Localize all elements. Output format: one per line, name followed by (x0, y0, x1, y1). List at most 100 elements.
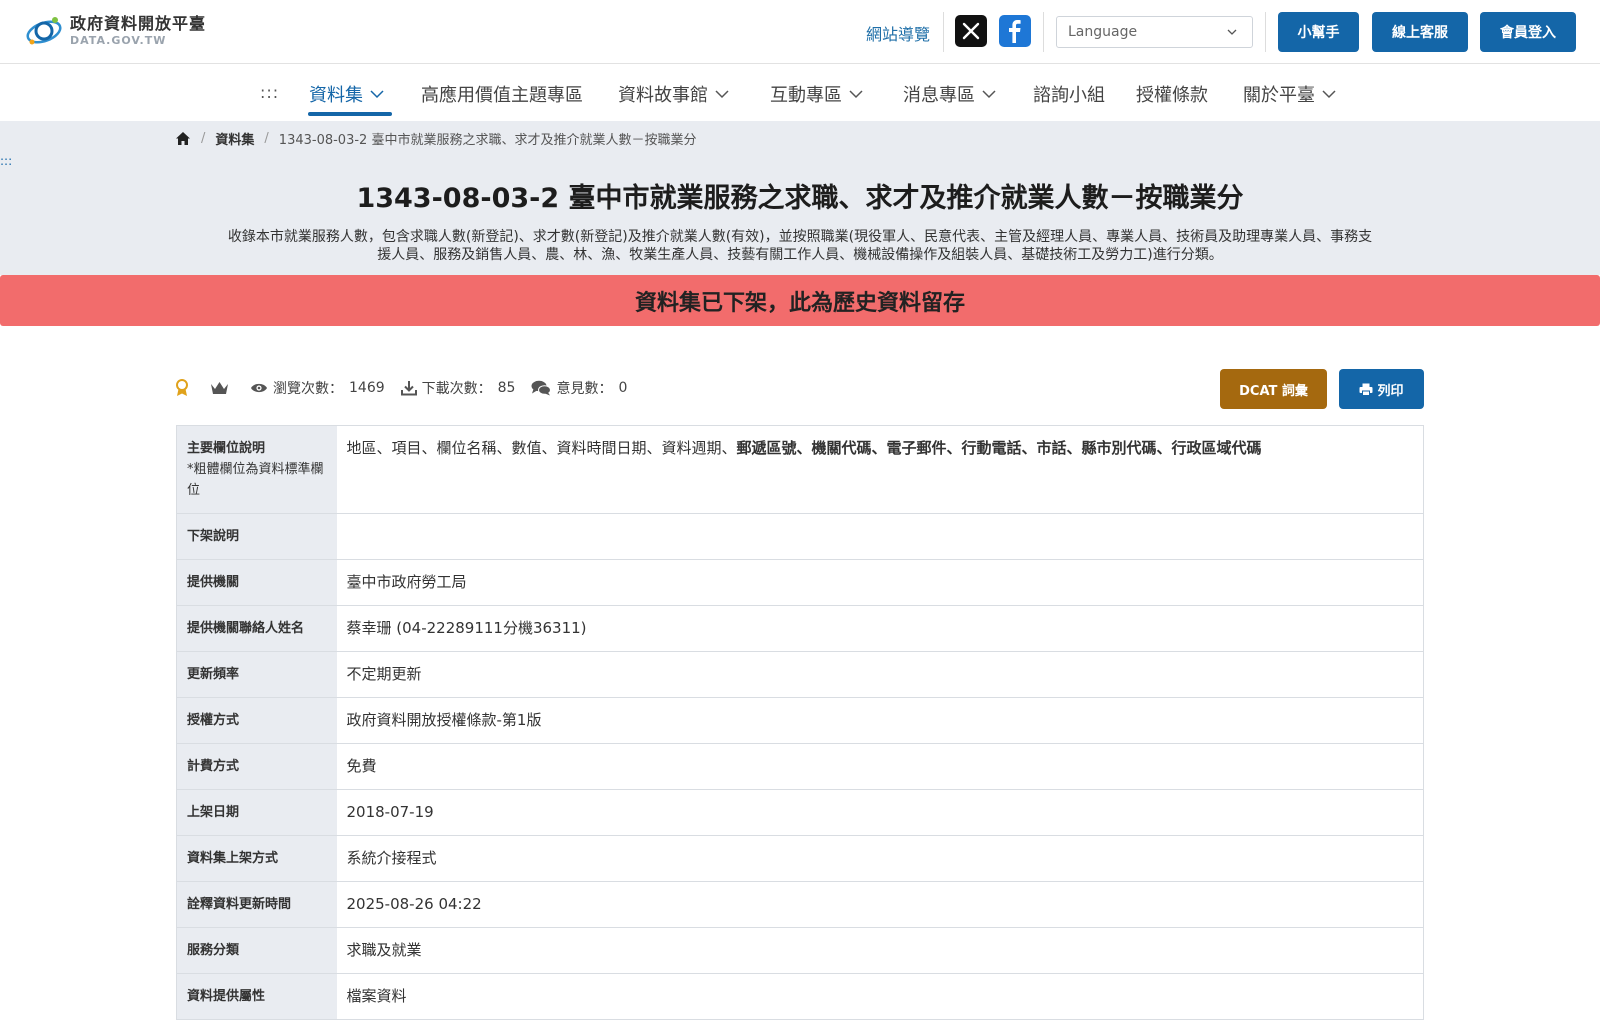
main-fields-note: *粗體欄位為資料標準欄位 (187, 462, 324, 498)
printer-icon (1359, 383, 1373, 396)
breadcrumb-separator: / (264, 131, 269, 146)
logo-title: 政府資料開放平臺 (70, 14, 207, 33)
views-count: 1469 (349, 380, 385, 396)
breadcrumb-datasets[interactable]: 資料集 (215, 129, 254, 148)
comments-count: 0 (618, 380, 628, 396)
x-twitter-icon[interactable] (955, 15, 987, 47)
main-fields-plain: 地區、項目、欄位名稱、數值、資料時間日期、資料週期、 (346, 439, 737, 457)
field-value: 2018-07-19 (336, 789, 1424, 836)
field-key: 更新頻率 (176, 651, 337, 698)
dataset-stats: 瀏覽次數： 1469 下載次數： 85 意見數： 0 (175, 378, 643, 398)
nav-datasets[interactable]: 資料集 (309, 81, 384, 107)
field-key: 詮釋資料更新時間 (176, 881, 337, 928)
field-key: 下架說明 (176, 513, 337, 560)
nav-advisory-group[interactable]: 諮詢小組 (1033, 81, 1105, 107)
print-label: 列印 (1377, 383, 1404, 399)
field-value: 檔案資料 (336, 973, 1424, 1020)
divider (1265, 12, 1266, 52)
dataset-description: 收錄本市就業服務人數，包含求職人數(新登記)、求才數(新登記)及推介就業人數(有… (227, 229, 1373, 263)
dataset-removed-banner: 資料集已下架，此為歷史資料留存 (0, 275, 1600, 326)
language-placeholder: Language (1068, 24, 1138, 40)
field-value (336, 513, 1424, 560)
downloads-count: 85 (497, 380, 516, 396)
views-label: 瀏覽次數： (273, 381, 343, 397)
main-fields-key: 主要欄位說明 (187, 441, 266, 456)
field-key: 計費方式 (176, 743, 337, 790)
nav-label: 授權條款 (1136, 85, 1208, 106)
print-button[interactable]: 列印 (1339, 369, 1424, 409)
field-value: 不定期更新 (336, 651, 1424, 698)
table-row: 上架日期 2018-07-19 (176, 789, 1424, 836)
table-row: 提供機關 臺中市政府勞工局 (176, 559, 1424, 606)
table-row: 詮釋資料更新時間 2025-08-26 04:22 (176, 881, 1424, 928)
comments-label: 意見數： (556, 381, 613, 397)
table-row: 資料提供屬性 檔案資料 (176, 973, 1424, 1020)
table-row: 資料集上架方式 系統介接程式 (176, 835, 1424, 882)
nav-high-value-topics[interactable]: 高應用價值主題專區 (421, 81, 583, 107)
nav-label: 關於平臺 (1243, 85, 1315, 106)
field-key: 資料集上架方式 (176, 835, 337, 882)
main-navigation: ::: 資料集 高應用價值主題專區 資料故事館 互動專區 消息專區 諮詢小組 授… (0, 64, 1600, 121)
table-row: 計費方式 免費 (176, 743, 1424, 790)
service-category-link[interactable]: 求職及就業 (336, 927, 1424, 974)
downloads-label: 下載次數： (421, 381, 492, 397)
sitemap-link[interactable]: 網站導覽 (866, 21, 930, 45)
nav-label: 諮詢小組 (1033, 85, 1105, 106)
language-select[interactable]: Language (1056, 16, 1253, 48)
table-row: 提供機關聯絡人姓名 蔡幸珊 (04-22289111分機36311) (176, 605, 1424, 652)
nav-label: 互動專區 (770, 85, 842, 106)
field-value: 政府資料開放授權條款-第1版 (336, 697, 1424, 744)
field-value: 免費 (336, 743, 1424, 790)
nav-label: 資料集 (309, 85, 363, 106)
field-key: 服務分類 (176, 927, 337, 974)
field-key: 授權方式 (176, 697, 337, 744)
crown-icon (211, 381, 228, 394)
award-badge-icon (176, 379, 188, 396)
download-icon (400, 381, 417, 396)
nav-about[interactable]: 關於平臺 (1243, 81, 1336, 107)
helper-button[interactable]: 小幫手 (1278, 12, 1359, 52)
chevron-down-icon (370, 90, 384, 99)
field-key: 主要欄位說明 *粗體欄位為資料標準欄位 (176, 425, 337, 514)
chevron-down-icon (982, 90, 996, 99)
table-row: 主要欄位說明 *粗體欄位為資料標準欄位 地區、項目、欄位名稱、數值、資料時間日期… (176, 425, 1424, 514)
dcat-vocabulary-button[interactable]: DCAT 詞彙 (1220, 369, 1327, 409)
field-value: 地區、項目、欄位名稱、數值、資料時間日期、資料週期、郵遞區號、機關代碼、電子郵件… (336, 425, 1424, 514)
eye-icon (251, 383, 267, 393)
field-value: 蔡幸珊 (04-22289111分機36311) (336, 605, 1424, 652)
member-login-button[interactable]: 會員登入 (1480, 12, 1576, 52)
nav-label: 消息專區 (903, 85, 975, 106)
field-key: 提供機關 (176, 559, 337, 606)
breadcrumb-separator: / (201, 131, 206, 146)
divider (943, 12, 944, 52)
breadcrumb-current: 1343-08-03-2 臺中市就業服務之求職、求才及推介就業人數－按職業分 (278, 133, 697, 148)
online-service-button[interactable]: 線上客服 (1372, 12, 1468, 52)
nav-news[interactable]: 消息專區 (903, 81, 996, 107)
table-row: 授權方式 政府資料開放授權條款-第1版 (176, 697, 1424, 744)
field-key: 提供機關聯絡人姓名 (176, 605, 337, 652)
nav-license-terms[interactable]: 授權條款 (1136, 81, 1208, 107)
chevron-down-icon (849, 90, 863, 99)
site-header: 政府資料開放平臺 DATA.GOV.TW 網站導覽 Language 小幫手 線… (0, 0, 1600, 64)
table-row: 服務分類 求職及就業 (176, 927, 1424, 974)
field-value: 系統介接程式 (336, 835, 1424, 882)
table-row: 更新頻率 不定期更新 (176, 651, 1424, 698)
breadcrumb: / 資料集 / 1343-08-03-2 臺中市就業服務之求職、求才及推介就業人… (175, 129, 696, 148)
provider-agency-link[interactable]: 臺中市政府勞工局 (336, 559, 1424, 606)
field-key: 資料提供屬性 (176, 973, 337, 1020)
accesskey-dots[interactable]: ::: (260, 83, 279, 102)
nav-interaction[interactable]: 互動專區 (770, 81, 863, 107)
table-row: 下架說明 (176, 513, 1424, 560)
field-key: 上架日期 (176, 789, 337, 836)
site-logo[interactable]: 政府資料開放平臺 DATA.GOV.TW (24, 12, 206, 50)
nav-label: 資料故事館 (618, 85, 708, 106)
dataset-header: / 資料集 / 1343-08-03-2 臺中市就業服務之求職、求才及推介就業人… (0, 121, 1600, 275)
home-icon[interactable] (175, 131, 191, 146)
logo-icon (26, 17, 62, 45)
dataset-info-table: 主要欄位說明 *粗體欄位為資料標準欄位 地區、項目、欄位名稱、數值、資料時間日期… (176, 425, 1424, 1020)
divider (1043, 12, 1044, 52)
nav-data-stories[interactable]: 資料故事館 (618, 81, 729, 107)
accesskey-dots[interactable]: ::: (0, 154, 12, 168)
field-value: 2025-08-26 04:22 (336, 881, 1424, 928)
facebook-icon[interactable] (999, 15, 1031, 47)
